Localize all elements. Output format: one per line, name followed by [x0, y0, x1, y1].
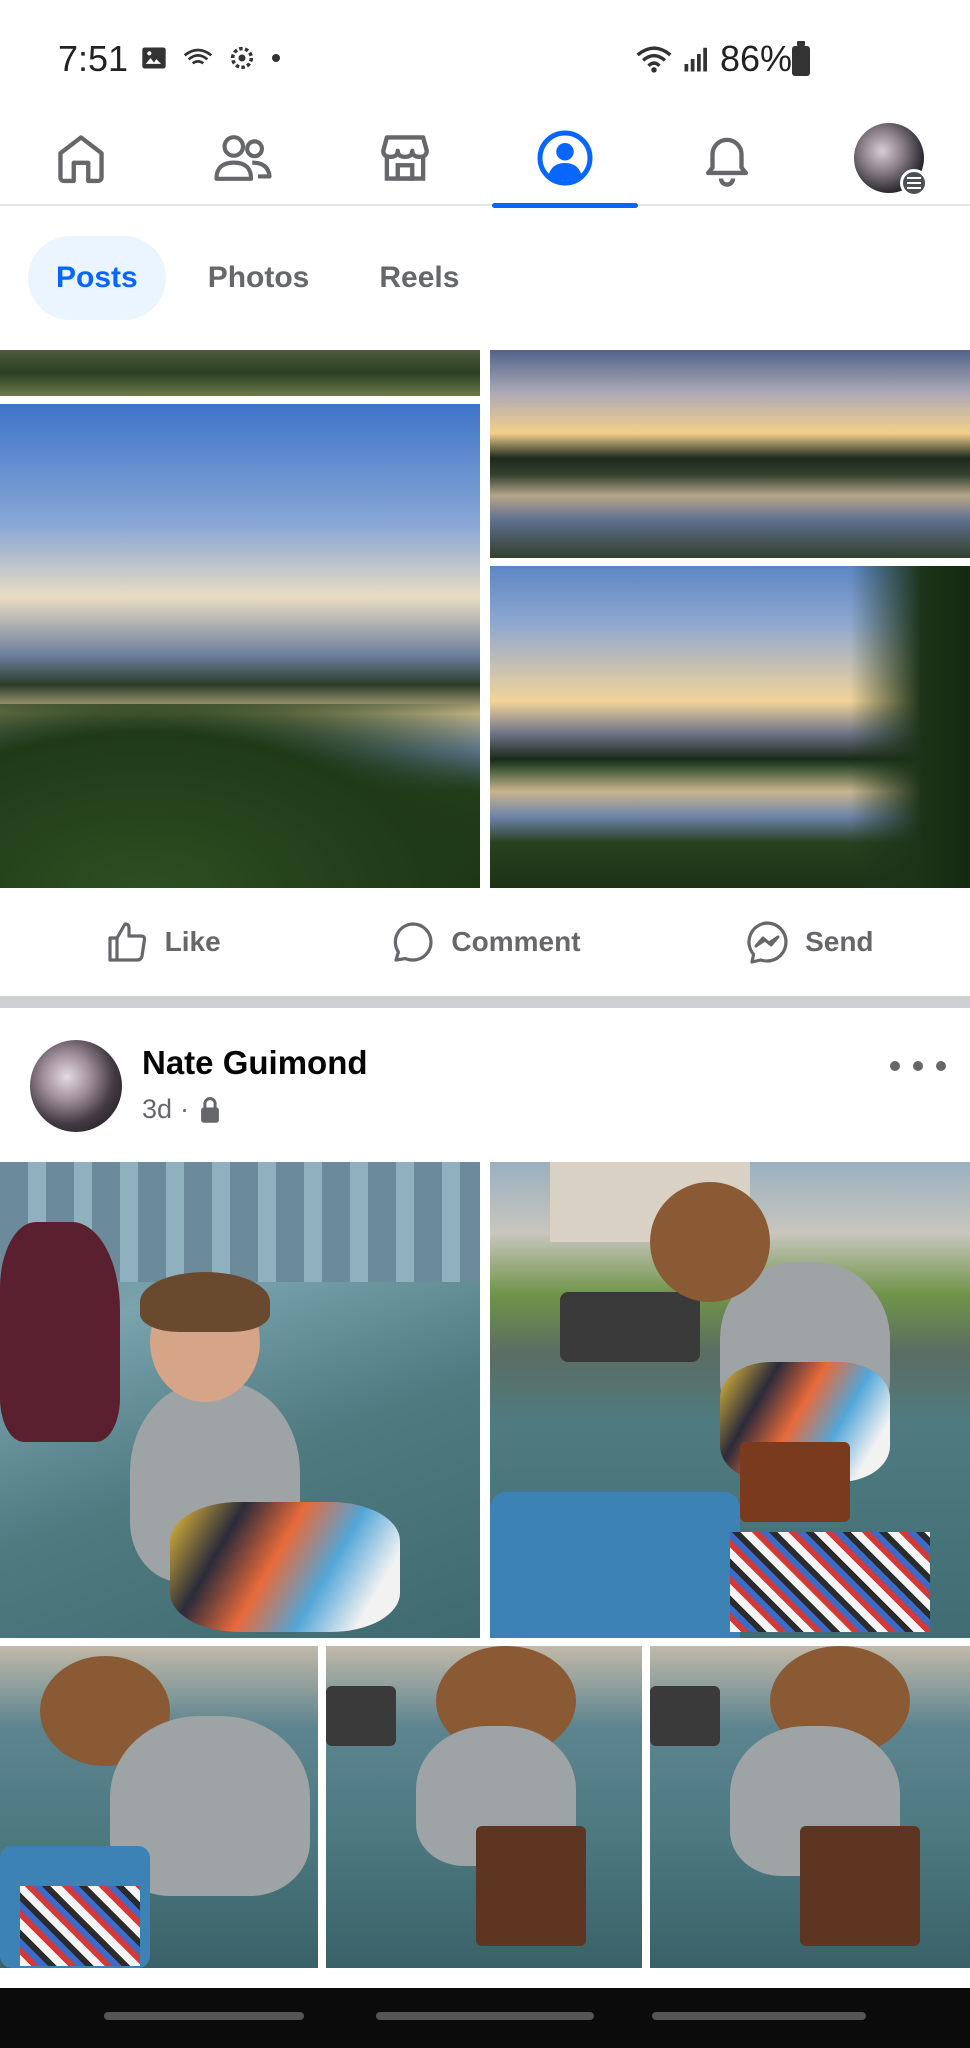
gallery-icon [142, 47, 166, 69]
next-post-peek [0, 1968, 970, 1988]
nav-marketplace[interactable] [332, 110, 478, 206]
lock-icon [201, 1096, 219, 1123]
signal-icon [684, 47, 707, 72]
post-actions: Like Comment Send [0, 888, 970, 996]
profile-icon [537, 130, 593, 186]
like-label: Like [164, 926, 221, 957]
battery-icon [792, 41, 810, 76]
tab-photos[interactable]: Photos [180, 236, 338, 320]
post-author-name[interactable]: Nate Guimond [142, 1044, 368, 1082]
hotspot-icon [183, 48, 213, 65]
status-bar: 7:51 86% [0, 0, 970, 110]
post-photo-kid-4[interactable] [326, 1646, 642, 1968]
like-button[interactable]: Like [0, 918, 323, 966]
post-photo-kid-3[interactable] [0, 1646, 318, 1968]
profile-tabs: Posts Photos Reels [0, 208, 970, 348]
nav-menu[interactable] [816, 110, 962, 206]
bell-icon [705, 137, 749, 187]
top-nav [0, 110, 970, 208]
nav-profile[interactable] [492, 110, 638, 208]
friends-icon [214, 135, 272, 181]
system-navigation-bar [0, 1988, 970, 2048]
marketplace-icon [381, 135, 429, 181]
home-icon [58, 135, 104, 184]
post-header: Nate Guimond 3d · [0, 1008, 970, 1162]
battery-percent: 86% [720, 38, 793, 79]
post-divider [0, 996, 970, 1008]
tab-reels[interactable]: Reels [351, 236, 487, 320]
post-photo-lake-sunset[interactable] [0, 404, 480, 888]
status-time: 7:51 [58, 38, 129, 79]
post-photo-kid-sitting[interactable] [0, 1162, 480, 1638]
comment-button[interactable]: Comment [323, 918, 646, 966]
tab-posts[interactable]: Posts [28, 236, 166, 320]
avatar-menu-icon [854, 123, 928, 197]
post-photo-kid-5[interactable] [650, 1646, 970, 1968]
status-right-icons [634, 44, 712, 74]
gesture-handle-center[interactable] [376, 2012, 594, 2020]
menu-badge-icon [900, 169, 928, 197]
gesture-handle-right[interactable] [652, 2012, 866, 2020]
nav-friends[interactable] [170, 110, 316, 206]
settings-icon [230, 46, 254, 70]
status-notification-icons [140, 44, 282, 72]
messenger-icon [747, 921, 788, 964]
like-icon [108, 922, 146, 962]
more-options-icon[interactable] [890, 1048, 946, 1084]
comment-label: Comment [451, 926, 581, 957]
post-photo-cropped[interactable] [0, 350, 480, 396]
nav-notifications[interactable] [654, 110, 800, 206]
nav-home[interactable] [8, 110, 154, 206]
post-photo-lake-trees[interactable] [490, 566, 970, 888]
wifi-icon [636, 46, 672, 73]
post-photo-lake-reflection[interactable] [490, 350, 970, 558]
comment-icon [394, 922, 434, 962]
post-photo-kid-lego-box[interactable] [490, 1162, 970, 1638]
dot-icon [272, 54, 280, 62]
post-age[interactable]: 3d [142, 1094, 172, 1125]
send-label: Send [805, 926, 874, 957]
avatar[interactable] [30, 1040, 122, 1132]
gesture-handle-left[interactable] [104, 2012, 304, 2020]
meta-separator: · [180, 1094, 190, 1124]
post-meta: 3d · [142, 1094, 223, 1125]
send-button[interactable]: Send [647, 918, 970, 966]
